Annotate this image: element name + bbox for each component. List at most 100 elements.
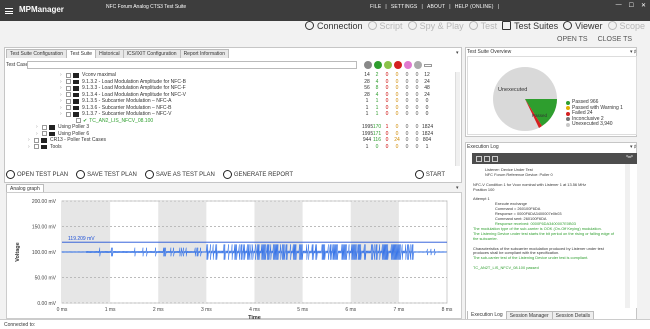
mode-spy-play[interactable]: Spy & Play xyxy=(407,21,464,31)
mode-scope[interactable]: Scope xyxy=(607,21,645,31)
open-test-plan-button[interactable]: OPEN TEST PLAN xyxy=(6,170,68,179)
expand-icon[interactable]: › xyxy=(60,85,64,91)
analog-graph: 200.00 mV 150.00 mV 100.00 mV 50.00 mV 0.00 … xyxy=(6,192,462,321)
save-as-test-plan-button[interactable]: SAVE AS TEST PLAN xyxy=(144,170,215,179)
count: 1 xyxy=(385,124,389,131)
count: 14 xyxy=(364,72,370,79)
add-icon[interactable] xyxy=(364,61,372,69)
tab-historical[interactable]: Historical xyxy=(95,49,124,58)
minimize-icon[interactable]: — xyxy=(616,2,622,9)
tree-checkbox[interactable] xyxy=(34,144,39,150)
tree-checkbox[interactable] xyxy=(42,131,47,137)
expand-icon[interactable]: › xyxy=(60,111,64,117)
tree-checkbox[interactable] xyxy=(66,79,71,85)
folder-icon xyxy=(41,138,47,143)
menu-item-file[interactable]: FILE xyxy=(370,4,381,10)
collapse-icon[interactable] xyxy=(424,64,432,67)
collapse-log-icon[interactable]: ︾ xyxy=(626,154,633,163)
open-ts-button[interactable]: OPEN TS xyxy=(557,36,588,43)
count: 0 xyxy=(385,72,389,79)
tree-counts: 56 8 0 0 0 0 48 xyxy=(362,85,432,91)
tree-label: 9.1.3.4 - Load Modulation Amplitude for … xyxy=(82,91,186,98)
tree-checkbox[interactable] xyxy=(66,92,71,98)
mode-test-suites[interactable]: Test Suites xyxy=(502,21,558,31)
tree-scrollbar[interactable] xyxy=(455,72,460,166)
expand-icon[interactable]: › xyxy=(60,92,64,98)
pin-icon[interactable]: ▾ xyxy=(456,185,459,191)
tree-checkbox[interactable] xyxy=(66,85,71,91)
count: 116 xyxy=(373,137,381,144)
count: 0 xyxy=(395,98,399,105)
passed-filter-icon[interactable] xyxy=(374,61,382,69)
menu-item-about[interactable]: ABOUT xyxy=(427,4,445,10)
tree-checkbox[interactable] xyxy=(66,98,71,104)
count: 24 xyxy=(424,91,430,98)
clear-icon[interactable] xyxy=(484,155,490,162)
mode-test[interactable]: Test xyxy=(468,21,497,31)
generate-report-button[interactable]: GENERATE REPORT xyxy=(222,170,293,179)
maximize-icon[interactable]: ☐ xyxy=(629,2,634,9)
tree-checkbox[interactable] xyxy=(66,111,71,117)
count: 0 xyxy=(385,143,389,150)
x-tick-label: 0 ms xyxy=(57,307,68,313)
overview-legend: Passed 966 Passed with Warning 1 Failed 24… xyxy=(566,99,623,128)
count: 0 xyxy=(405,104,409,111)
tree-row[interactable]: › Tools 1 0 0 0 0 0 1 xyxy=(6,144,461,151)
start-button[interactable]: START xyxy=(414,170,445,179)
tree-label: 9.1.3.5 - Subcarrier Modulation – NFC-A xyxy=(82,98,172,105)
mode-viewer[interactable]: Viewer xyxy=(563,21,603,31)
count: 1 xyxy=(375,104,379,111)
warning-filter-icon[interactable] xyxy=(384,61,392,69)
menu-item-help-online-[interactable]: HELP (ONLINE) xyxy=(455,4,494,10)
failed-filter-icon[interactable] xyxy=(394,61,402,69)
tree-checkbox[interactable] xyxy=(66,105,71,111)
test-cases-filter-input[interactable] xyxy=(27,61,357,69)
test-suites-icon xyxy=(502,21,512,30)
folder-icon xyxy=(49,125,55,130)
expand-icon[interactable]: › xyxy=(60,72,64,78)
expand-icon[interactable]: › xyxy=(60,98,64,104)
expand-icon[interactable]: › xyxy=(36,124,40,130)
pin-icon[interactable]: ▾ ♯ xyxy=(630,49,636,55)
tree-checkbox[interactable] xyxy=(34,137,39,143)
tree-counts: 28 4 0 0 0 0 24 xyxy=(362,79,432,85)
save-log-icon[interactable] xyxy=(492,155,498,162)
expand-icon[interactable]: › xyxy=(60,79,64,85)
tree-counts: 14 2 0 0 0 0 12 xyxy=(362,72,432,78)
count: 0 xyxy=(405,111,409,118)
tree-checkbox[interactable] xyxy=(42,124,47,130)
x-tick-label: 5 ms xyxy=(297,307,308,313)
copy-icon[interactable] xyxy=(476,155,482,162)
open-icon xyxy=(6,170,15,179)
tab-ics-ixit-configuration[interactable]: ICS/IXIT Configuration xyxy=(122,49,181,58)
save-test-plan-button[interactable]: SAVE TEST PLAN xyxy=(76,170,137,179)
expand-icon[interactable]: › xyxy=(28,137,32,143)
tree-checkbox[interactable] xyxy=(76,118,81,124)
y-tick-label: 200.00 mV xyxy=(32,199,57,205)
viewer-icon xyxy=(563,21,573,30)
count: 12 xyxy=(424,72,430,79)
count: 0 xyxy=(405,143,409,150)
report-icon xyxy=(222,170,232,179)
tree-toolbar xyxy=(364,61,432,69)
mode-script[interactable]: Script xyxy=(367,21,403,31)
log-line: TC_AN2T_LIS_NFCV_08.100 passed xyxy=(473,265,539,271)
count: 0 xyxy=(415,78,419,85)
inconclusive-filter-icon[interactable] xyxy=(404,61,412,69)
close-ts-button[interactable]: CLOSE TS xyxy=(598,36,633,43)
expand-icon[interactable]: › xyxy=(28,144,32,150)
pin-icon[interactable]: ▾ xyxy=(456,50,459,56)
tab-test-suite[interactable]: Test Suite xyxy=(66,49,97,58)
mode-connection[interactable]: Connection xyxy=(305,21,363,31)
menu-item-settings[interactable]: SETTINGS xyxy=(391,4,418,10)
hamburger-icon[interactable] xyxy=(5,8,13,14)
expand-icon[interactable]: › xyxy=(36,131,40,137)
tab-test-suite-configuration[interactable]: Test Suite Configuration xyxy=(6,49,68,58)
unexecuted-filter-icon[interactable] xyxy=(414,61,422,69)
tree-checkbox[interactable] xyxy=(66,72,71,78)
close-icon[interactable]: ✕ xyxy=(641,2,646,9)
expand-icon[interactable]: › xyxy=(60,105,64,111)
log-scrollbar[interactable] xyxy=(625,164,630,308)
pin-icon[interactable]: ▾ ♯ xyxy=(630,144,636,150)
tab-report-information[interactable]: Report Information xyxy=(179,49,229,58)
